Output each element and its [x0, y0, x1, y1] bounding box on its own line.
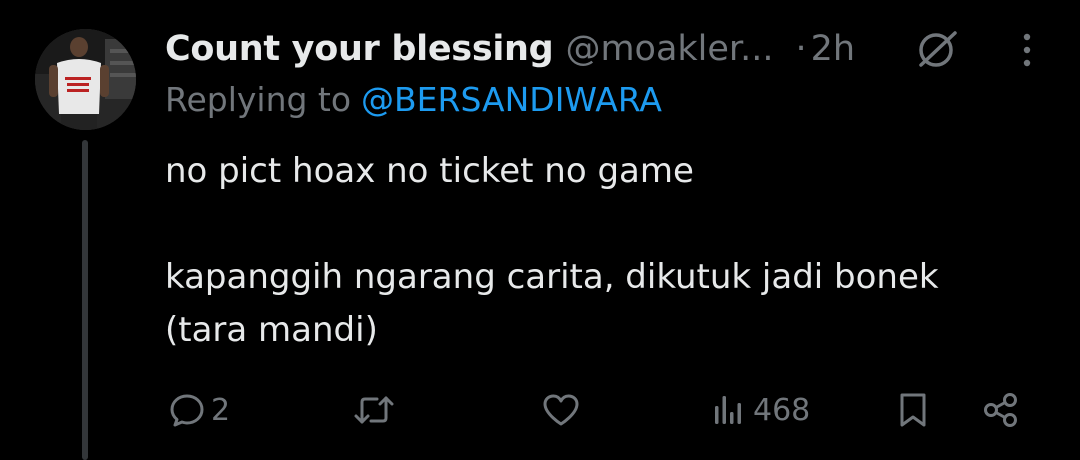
share-button[interactable] [981, 382, 1021, 438]
user-handle[interactable]: @moakler... [565, 29, 773, 69]
share-icon [981, 391, 1021, 429]
reply-button[interactable]: 2 [169, 382, 230, 438]
view-count: 468 [753, 392, 811, 428]
views-button[interactable]: 468 [711, 382, 810, 438]
tweet-header: Count your blessing @moakler... · 2h [165, 24, 855, 74]
reply-icon [169, 392, 205, 428]
views-icon [711, 392, 747, 428]
heart-icon [541, 392, 581, 428]
tweet-text: no pict hoax no ticket no game kapanggih… [165, 151, 939, 350]
grok-icon[interactable] [915, 30, 961, 68]
bookmark-icon [895, 391, 931, 429]
reply-count: 2 [211, 392, 231, 428]
replying-to-label: Replying to [165, 80, 352, 119]
timestamp[interactable]: 2h [811, 29, 855, 69]
thread-line [82, 140, 88, 460]
avatar[interactable] [35, 29, 136, 130]
retweet-button[interactable] [353, 382, 401, 438]
tweet[interactable]: Count your blessing @moakler... · 2h Rep… [0, 0, 1080, 460]
separator-dot: · [795, 29, 807, 69]
display-name[interactable]: Count your blessing [165, 29, 554, 69]
more-icon[interactable] [1016, 30, 1038, 70]
replying-to-mention[interactable]: @BERSANDIWARA [361, 80, 662, 119]
retweet-icon [353, 392, 395, 428]
bookmark-button[interactable] [895, 382, 931, 438]
replying-to: Replying to @BERSANDIWARA [165, 80, 662, 119]
like-button[interactable] [541, 382, 587, 438]
avatar-image [35, 29, 136, 130]
action-bar: 2 468 [165, 382, 1035, 442]
